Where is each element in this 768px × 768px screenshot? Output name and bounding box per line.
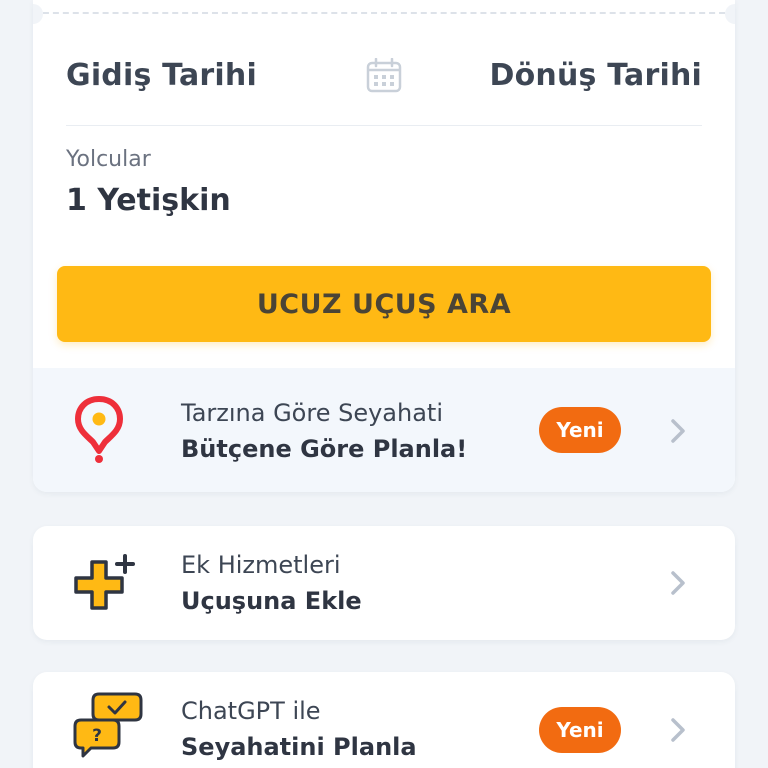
chatgpt-planner-title: Seyahatini Planla <box>181 733 417 761</box>
ticket-notch-right <box>725 4 735 24</box>
chatgpt-planner-subtitle: ChatGPT ile <box>181 697 321 725</box>
calendar-icon <box>366 58 402 93</box>
add-services-icon <box>74 554 135 610</box>
chat-bubbles-icon: ? <box>73 692 143 758</box>
chevron-right-icon <box>671 571 685 595</box>
extra-services-subtitle: Ek Hizmetleri <box>181 551 341 579</box>
budget-planner-row[interactable]: Tarzına Göre Seyahati Bütçene Göre Planl… <box>33 368 735 492</box>
return-date-field[interactable]: Dönüş Tarihi <box>490 58 703 93</box>
chevron-right-icon <box>671 419 685 443</box>
location-question-icon <box>75 396 123 463</box>
passengers-value[interactable]: 1 Yetişkin <box>66 183 231 218</box>
chevron-right-icon <box>671 718 685 742</box>
budget-planner-subtitle: Tarzına Göre Seyahati <box>181 399 443 427</box>
budget-planner-title: Bütçene Göre Planla! <box>181 435 468 463</box>
svg-text:?: ? <box>92 726 102 746</box>
ticket-dashed-edge <box>33 4 735 24</box>
departure-date-field[interactable]: Gidiş Tarihi <box>66 58 257 93</box>
date-row: Gidiş Tarihi Dönüş Tarihi <box>66 50 702 106</box>
chatgpt-planner-row[interactable]: ? ChatGPT ile Seyahatini Planla Yeni <box>33 672 735 768</box>
ticket-notch-left <box>33 4 43 24</box>
passengers-label[interactable]: Yolcular <box>66 147 151 172</box>
search-flights-button[interactable]: UCUZ UÇUŞ ARA <box>57 266 711 342</box>
divider <box>66 125 702 126</box>
new-badge: Yeni <box>539 707 621 753</box>
new-badge: Yeni <box>539 407 621 453</box>
extra-services-title: Uçuşuna Ekle <box>181 587 362 615</box>
flight-search-card: Gidiş Tarihi Dönüş Tarihi Yolcular 1 Yet… <box>33 0 735 492</box>
extra-services-row[interactable]: Ek Hizmetleri Uçuşuna Ekle <box>33 526 735 640</box>
